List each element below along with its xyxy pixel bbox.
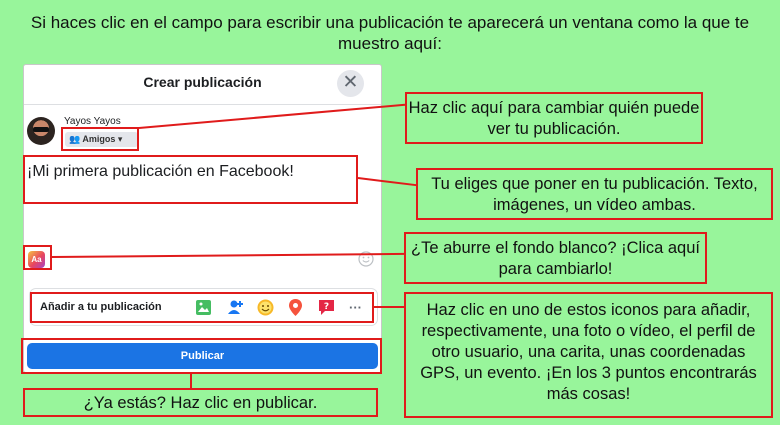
- dialog-title: Crear publicación: [143, 74, 262, 90]
- intro-text: Si haces clic en el campo para escribir …: [30, 13, 750, 53]
- text-highlight: [23, 155, 358, 204]
- close-icon[interactable]: ✕: [337, 70, 364, 97]
- callout-text: Tu eliges que poner en tu publicación. T…: [416, 168, 773, 220]
- audience-highlight: [61, 127, 139, 151]
- icons-highlight: [30, 292, 374, 323]
- avatar: [27, 117, 55, 145]
- callout-publish: ¿Ya estás? Haz clic en publicar.: [23, 388, 378, 417]
- publish-connector: [190, 374, 192, 388]
- publish-highlight: [21, 338, 382, 374]
- callout-audience: Haz clic aquí para cambiar quién puede v…: [405, 92, 703, 144]
- callout-icons: Haz clic en uno de estos iconos para aña…: [404, 292, 773, 418]
- icons-connector: [374, 306, 404, 308]
- divider: [24, 104, 381, 105]
- background-highlight: [23, 245, 52, 270]
- user-name: Yayos Yayos: [64, 116, 121, 127]
- callout-background: ¿Te aburre el fondo blanco? ¡Clica aquí …: [404, 232, 707, 284]
